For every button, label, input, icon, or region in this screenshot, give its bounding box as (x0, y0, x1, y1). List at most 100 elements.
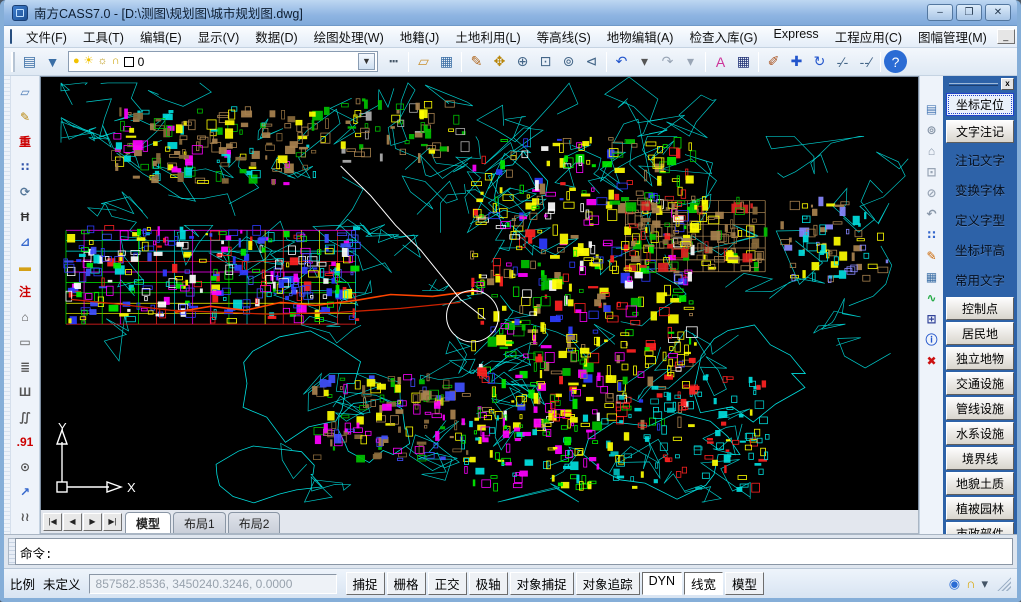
undo-icon[interactable]: ↶ (610, 50, 633, 73)
road-icon[interactable]: ≣ (13, 354, 38, 379)
layer-combo[interactable]: ● ☀ ☼ ∩ 0 ▼ (68, 51, 378, 72)
command-input[interactable]: 命令: (15, 538, 1013, 565)
linetype-icon[interactable]: ┅ (382, 50, 405, 73)
rectangle-icon[interactable]: ▭ (13, 329, 38, 354)
menu-item[interactable]: 编辑(E) (132, 25, 190, 48)
status-toggle-button[interactable]: 对象追踪 (576, 572, 640, 595)
layer-freeze-icon[interactable]: ☀ (84, 56, 94, 67)
attribute-table-icon[interactable]: ⊞ (921, 308, 942, 329)
menu-item[interactable]: 绘图处理(W) (306, 25, 392, 48)
elevation-point-icon[interactable]: .91 (13, 429, 38, 454)
drawing-area[interactable]: Y X (40, 76, 919, 510)
tab-prev-button[interactable]: ◀ (63, 513, 82, 531)
layer-vp-freeze-icon[interactable]: ☼ (98, 56, 108, 67)
break-line-icon[interactable]: -∕- (831, 50, 854, 73)
zoom-object-icon[interactable]: ⊚ (921, 119, 942, 140)
layout-tab[interactable]: 模型 (125, 512, 171, 533)
redraw-icon[interactable]: 重 (13, 129, 38, 154)
status-toggle-button[interactable]: 正交 (428, 572, 467, 595)
menu-sub-item[interactable]: 常用文字 (946, 265, 1014, 295)
height-mark-icon[interactable]: Ħ (13, 204, 38, 229)
circle-point-icon[interactable]: ⊙ (13, 454, 38, 479)
redo-icon[interactable]: ↷ (656, 50, 679, 73)
help-icon[interactable]: ? (884, 50, 907, 73)
erase-icon[interactable]: ✐ (762, 50, 785, 73)
menu-sub-item[interactable]: 定义字型 (946, 205, 1014, 235)
menu-category-text[interactable]: 文字注记 (946, 120, 1014, 143)
modify-draw-icon[interactable]: ✎ (921, 245, 942, 266)
wavy-line-icon[interactable]: ≀≀ (13, 504, 38, 529)
menu-category[interactable]: 境界线 (946, 447, 1014, 470)
layer-combo-dropdown-icon[interactable]: ▼ (358, 53, 375, 70)
status-toggle-button[interactable]: 捕捉 (346, 572, 385, 595)
text-find-icon[interactable]: A (709, 50, 732, 73)
tab-last-button[interactable]: ▶| (103, 513, 122, 531)
save-block-icon[interactable]: ▦ (921, 266, 942, 287)
menu-category[interactable]: 地貌土质 (946, 472, 1014, 495)
menu-sub-item[interactable]: 注记文字 (946, 145, 1014, 175)
pencil-icon[interactable]: ✎ (465, 50, 488, 73)
menu-category[interactable]: 植被园林 (946, 497, 1014, 520)
layer-properties-icon[interactable]: ▤ (18, 50, 41, 73)
menu-item[interactable]: 地籍(J) (392, 25, 448, 48)
zoom-previous-icon[interactable]: ⊲ (580, 50, 603, 73)
pan-icon[interactable]: ✥ (488, 50, 511, 73)
menu-category[interactable]: 管线设施 (946, 397, 1014, 420)
undo-dropdown-icon[interactable]: ▾ (633, 50, 656, 73)
tab-first-button[interactable]: |◀ (43, 513, 62, 531)
menu-item[interactable]: 检查入库(G) (681, 25, 765, 48)
table-icon[interactable]: ▦ (732, 50, 755, 73)
menu-item[interactable]: 数据(D) (247, 25, 305, 48)
menu-sub-item[interactable]: 坐标坪高 (946, 235, 1014, 265)
rotate-icon[interactable]: ↻ (808, 50, 831, 73)
status-toggle-button[interactable]: 对象捕捉 (510, 572, 574, 595)
maximize-button[interactable]: ❐ (956, 4, 982, 21)
menu-item[interactable]: 显示(V) (190, 25, 248, 48)
polygon-icon[interactable]: ⌂ (13, 304, 38, 329)
zoom-dotted-icon[interactable]: ⊡ (921, 161, 942, 182)
status-toggle-button[interactable]: 极轴 (469, 572, 508, 595)
mdi-restore-button[interactable]: ❐ (1017, 29, 1021, 44)
ruler-icon[interactable]: ▬ (13, 254, 38, 279)
menu-item[interactable]: 文件(F) (18, 25, 75, 48)
city-plan-drawing[interactable] (41, 77, 918, 510)
menu-item[interactable]: 等高线(S) (529, 25, 599, 48)
open-icon[interactable]: ▱ (412, 50, 435, 73)
minimize-button[interactable]: – (927, 4, 953, 21)
save-icon[interactable]: ▦ (435, 50, 458, 73)
draw-symbol-icon[interactable]: ▱ (13, 79, 38, 104)
break-at-point-icon[interactable]: --∕ (854, 50, 877, 73)
point-pattern-icon[interactable]: ∷ (13, 154, 38, 179)
status-menu-arrow-icon[interactable]: ▾ (981, 576, 988, 592)
status-toggle-button[interactable]: DYN (642, 572, 682, 595)
menu-item[interactable]: 图幅管理(M) (910, 25, 995, 48)
layer-previous-icon[interactable]: ▼ (41, 50, 64, 73)
slope-icon[interactable]: ↗ (13, 479, 38, 504)
menu-item[interactable]: 工程应用(C) (827, 25, 910, 48)
tab-next-button[interactable]: ▶ (83, 513, 102, 531)
coordinate-readout[interactable]: 857582.8536, 3450240.3246, 0.0000 (89, 574, 337, 594)
status-toggle-button[interactable]: 模型 (725, 572, 764, 595)
panel-close-icon[interactable]: x (1001, 78, 1014, 90)
status-toggle-button[interactable]: 线宽 (684, 572, 723, 595)
resize-grip[interactable] (997, 577, 1011, 591)
menu-item[interactable]: 土地利用(L) (447, 25, 528, 48)
menu-item[interactable]: 地物编辑(A) (599, 25, 682, 48)
view-previous-icon[interactable]: ↶ (921, 203, 942, 224)
layers-icon[interactable]: ▤ (921, 98, 942, 119)
status-toggle-button[interactable]: 栅格 (387, 572, 426, 595)
zoom-window-icon[interactable]: ⊡ (534, 50, 557, 73)
coord-query-icon[interactable]: ⊿ (13, 229, 38, 254)
menu-category[interactable]: 独立地物 (946, 347, 1014, 370)
unlock-icon[interactable]: ∩ (966, 576, 975, 591)
layer-lock-icon[interactable]: ∩ (112, 56, 120, 67)
zoom-realtime-icon[interactable]: ⊕ (511, 50, 534, 73)
polyline-edit-icon[interactable]: ∿ (921, 287, 942, 308)
layout-tab[interactable]: 布局2 (228, 512, 281, 533)
menu-item[interactable]: Express (766, 25, 827, 48)
curve-icon[interactable]: ∬ (13, 404, 38, 429)
delete-icon[interactable]: ✖ (921, 350, 942, 371)
menu-category[interactable]: 水系设施 (946, 422, 1014, 445)
edit-symbol-icon[interactable]: ✎ (13, 104, 38, 129)
point-style-icon[interactable]: ∷ (921, 224, 942, 245)
